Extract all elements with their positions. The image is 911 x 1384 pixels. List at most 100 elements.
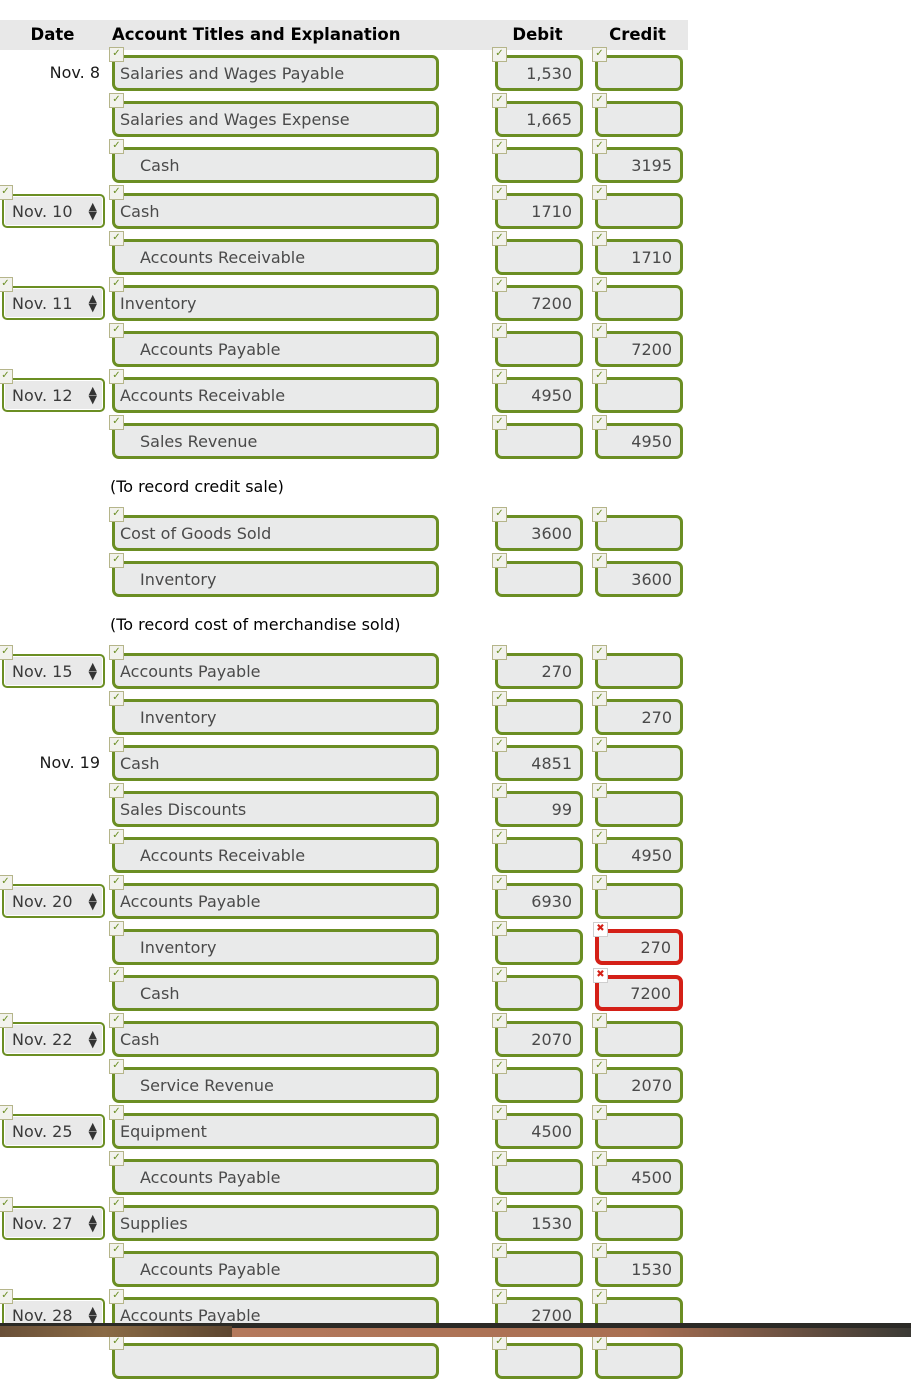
credit-amount-input[interactable]: ✓ [592, 93, 683, 137]
account-title-input[interactable]: ✓ Cash [109, 139, 439, 183]
credit-amount-input[interactable]: ✓ 1710 [592, 231, 683, 275]
account-title-input[interactable]: ✓ Accounts Receivable [109, 369, 439, 413]
debit-amount-input[interactable]: ✓ [492, 231, 583, 275]
date-select[interactable]: ✓ Nov. 27 ▲ ▼ [0, 1197, 105, 1240]
debit-amount-input[interactable]: ✓ [492, 1151, 583, 1195]
check-icon: ✓ [492, 277, 507, 292]
credit-amount-input[interactable]: ✓ [592, 369, 683, 413]
account-title-input[interactable]: ✓ Cost of Goods Sold [109, 507, 439, 551]
debit-amount-input[interactable]: ✓ [492, 967, 583, 1011]
debit-amount-input[interactable]: ✓ [492, 139, 583, 183]
stepper-arrows-icon[interactable]: ▲ ▼ [89, 891, 97, 911]
credit-amount-input[interactable]: ✓ [592, 1013, 683, 1057]
debit-amount-input[interactable]: ✓ 1530 [492, 1197, 583, 1241]
credit-amount-input[interactable]: ✓ [592, 185, 683, 229]
credit-amount-input[interactable]: ✓ 4950 [592, 829, 683, 873]
stepper-arrows-icon[interactable]: ▲ ▼ [89, 1305, 97, 1325]
account-title-input[interactable]: ✓ Salaries and Wages Expense [109, 93, 439, 137]
account-title-input[interactable]: ✓ Cash [109, 967, 439, 1011]
date-select[interactable]: ✓ Nov. 20 ▲ ▼ [0, 875, 105, 918]
account-title-input[interactable]: ✓ Accounts Payable [109, 323, 439, 367]
debit-amount-input[interactable]: ✓ 1710 [492, 185, 583, 229]
credit-amount-input[interactable]: ✓ [592, 1335, 683, 1379]
debit-amount-input[interactable]: ✓ [492, 1243, 583, 1287]
debit-amount-input[interactable]: ✓ 4500 [492, 1105, 583, 1149]
date-select[interactable]: ✓ Nov. 25 ▲ ▼ [0, 1105, 105, 1148]
account-title-input[interactable]: ✓ Salaries and Wages Payable [109, 47, 439, 91]
check-icon: ✓ [592, 829, 607, 844]
debit-amount-input[interactable]: ✓ 6930 [492, 875, 583, 919]
account-title-input[interactable]: ✓ Accounts Receivable [109, 829, 439, 873]
credit-amount-input[interactable]: ✓ [592, 783, 683, 827]
date-select[interactable]: ✓ Nov. 15 ▲ ▼ [0, 645, 105, 688]
debit-amount-input[interactable]: ✓ 4950 [492, 369, 583, 413]
credit-amount-input[interactable]: ✖ 7200 [593, 968, 683, 1011]
account-title-input[interactable]: ✓ Inventory [109, 921, 439, 965]
debit-amount-input[interactable]: ✓ 2070 [492, 1013, 583, 1057]
account-title-input[interactable]: ✓ Inventory [109, 691, 439, 735]
account-title-input[interactable]: ✓ Supplies [109, 1197, 439, 1241]
debit-amount-input[interactable]: ✓ 99 [492, 783, 583, 827]
stepper-arrows-icon[interactable]: ▲ ▼ [89, 293, 97, 313]
credit-amount-input[interactable]: ✓ 2070 [592, 1059, 683, 1103]
credit-amount-input[interactable]: ✓ [592, 277, 683, 321]
debit-amount-input[interactable]: ✓ [492, 415, 583, 459]
debit-amount-input[interactable]: ✓ [492, 829, 583, 873]
account-title-input[interactable]: ✓ Accounts Receivable [109, 231, 439, 275]
account-title-input[interactable]: ✓ Inventory [109, 277, 439, 321]
credit-amount-input[interactable]: ✓ 3195 [592, 139, 683, 183]
account-title-input[interactable]: ✓ Sales Discounts [109, 783, 439, 827]
account-title-input[interactable]: ✓ Cash [109, 1013, 439, 1057]
account-title-input-value: Sales Revenue [140, 431, 258, 451]
check-icon: ✓ [492, 1289, 507, 1304]
credit-amount-input[interactable]: ✖ 270 [593, 922, 683, 965]
debit-amount-input[interactable]: ✓ 1,665 [492, 93, 583, 137]
credit-amount-input[interactable]: ✓ 1530 [592, 1243, 683, 1287]
debit-amount-input[interactable]: ✓ [492, 553, 583, 597]
account-title-input[interactable]: ✓ Cash [109, 185, 439, 229]
account-title-input[interactable]: ✓ Inventory [109, 553, 439, 597]
account-title-input[interactable]: ✓ Accounts Payable [109, 1243, 439, 1287]
date-select[interactable]: ✓ Nov. 11 ▲ ▼ [0, 277, 105, 320]
date-select[interactable]: ✓ Nov. 22 ▲ ▼ [0, 1013, 105, 1056]
credit-amount-input[interactable]: ✓ 3600 [592, 553, 683, 597]
account-title-input[interactable]: ✓ Equipment [109, 1105, 439, 1149]
date-select[interactable]: ✓ Nov. 10 ▲ ▼ [0, 185, 105, 228]
debit-amount-input[interactable]: ✓ 7200 [492, 277, 583, 321]
debit-amount-input[interactable]: ✓ 3600 [492, 507, 583, 551]
debit-amount-input[interactable]: ✓ [492, 1059, 583, 1103]
credit-amount-input[interactable]: ✓ 4950 [592, 415, 683, 459]
debit-amount-input[interactable]: ✓ 270 [492, 645, 583, 689]
account-title-input[interactable]: ✓ Service Revenue [109, 1059, 439, 1103]
credit-amount-input[interactable]: ✓ [592, 875, 683, 919]
credit-amount-input[interactable]: ✓ 7200 [592, 323, 683, 367]
credit-amount-input[interactable]: ✓ 270 [592, 691, 683, 735]
stepper-arrows-icon[interactable]: ▲ ▼ [89, 385, 97, 405]
account-title-input[interactable]: ✓ Cash [109, 737, 439, 781]
credit-amount-input[interactable]: ✓ [592, 1197, 683, 1241]
debit-amount-input[interactable]: ✓ 1,530 [492, 47, 583, 91]
debit-amount-input[interactable]: ✓ [492, 1335, 583, 1379]
credit-amount-input[interactable]: ✓ [592, 47, 683, 91]
credit-amount-input[interactable]: ✓ [592, 1105, 683, 1149]
account-title-input[interactable]: ✓ Accounts Payable [109, 645, 439, 689]
account-title-input[interactable]: ✓ Accounts Payable [109, 875, 439, 919]
stepper-arrows-icon[interactable]: ▲ ▼ [89, 1121, 97, 1141]
debit-amount-input[interactable]: ✓ [492, 323, 583, 367]
account-title-input[interactable]: ✓ Accounts Payable [109, 1151, 439, 1195]
credit-amount-input-value: 4950 [631, 845, 672, 865]
stepper-arrows-icon[interactable]: ▲ ▼ [89, 201, 97, 221]
date-select[interactable]: ✓ Nov. 12 ▲ ▼ [0, 369, 105, 412]
debit-amount-input[interactable]: ✓ 4851 [492, 737, 583, 781]
credit-amount-input[interactable]: ✓ [592, 507, 683, 551]
credit-amount-input[interactable]: ✓ [592, 645, 683, 689]
credit-amount-input[interactable]: ✓ [592, 737, 683, 781]
stepper-arrows-icon[interactable]: ▲ ▼ [89, 1029, 97, 1049]
stepper-arrows-icon[interactable]: ▲ ▼ [89, 1213, 97, 1233]
stepper-arrows-icon[interactable]: ▲ ▼ [89, 661, 97, 681]
debit-amount-input[interactable]: ✓ [492, 691, 583, 735]
credit-amount-input[interactable]: ✓ 4500 [592, 1151, 683, 1195]
account-title-input[interactable]: ✓ Sales Revenue [109, 415, 439, 459]
account-title-input[interactable]: ✓ [109, 1335, 439, 1379]
debit-amount-input[interactable]: ✓ [492, 921, 583, 965]
